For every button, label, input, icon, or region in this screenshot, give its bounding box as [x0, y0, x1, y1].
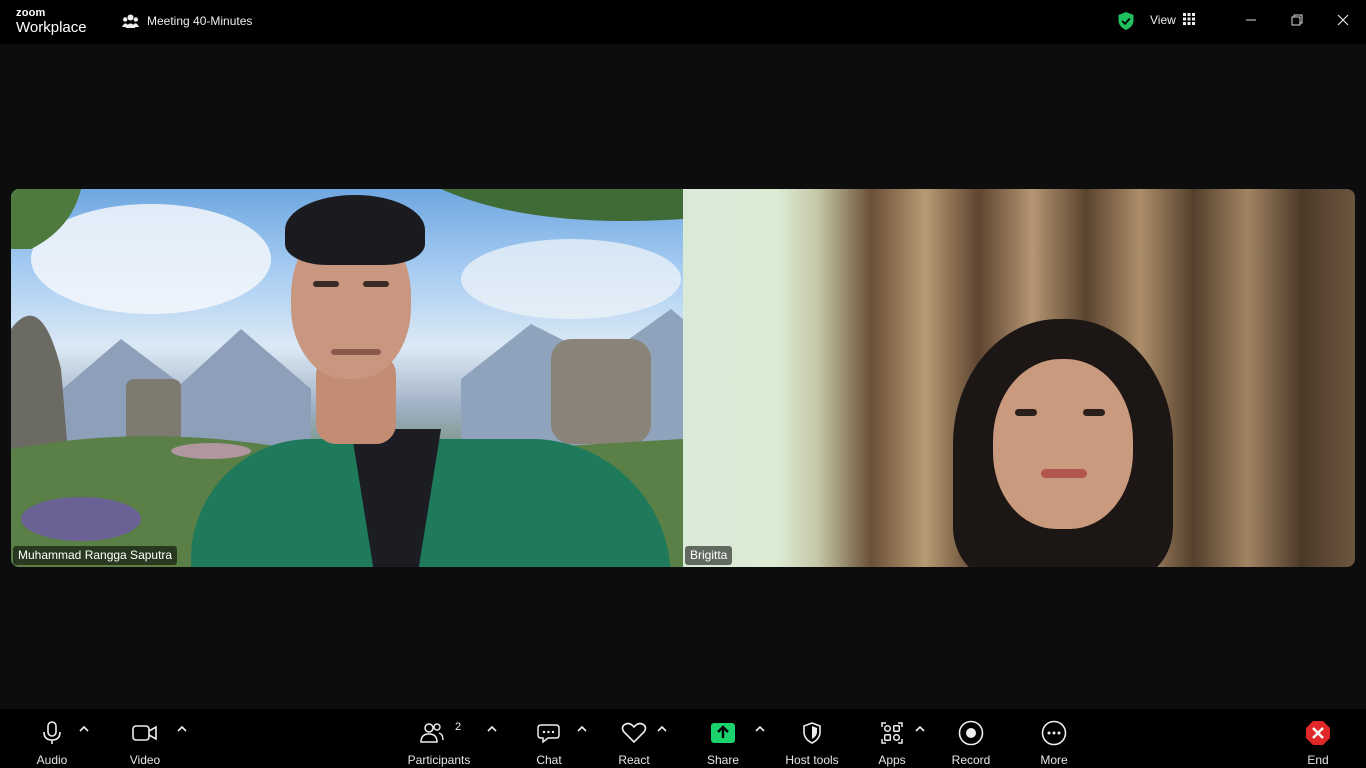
more-button[interactable]: More [1034, 709, 1074, 768]
view-label: View [1150, 13, 1176, 27]
record-icon [958, 718, 984, 748]
video-label: Video [129, 753, 161, 767]
apps-icon [880, 718, 904, 748]
participants-icon [420, 718, 444, 748]
share-label: Share [706, 753, 740, 767]
react-options-chevron-up-icon[interactable] [656, 723, 668, 735]
grid-view-icon [1182, 12, 1195, 28]
apps-options-chevron-up-icon[interactable] [914, 723, 926, 735]
restore-window-button[interactable] [1288, 11, 1306, 29]
end-meeting-icon [1305, 718, 1331, 748]
meeting-title: Meeting 40-Minutes [147, 14, 253, 28]
chat-label: Chat [536, 753, 562, 767]
participant-name-label: Muhammad Rangga Saputra [13, 546, 178, 565]
more-options-icon [1041, 718, 1067, 748]
chat-options-chevron-up-icon[interactable] [576, 723, 588, 735]
minimize-window-button[interactable] [1242, 11, 1260, 29]
more-label: More [1040, 753, 1068, 767]
title-bar: zoom Workplace Meeting 40-Minutes View [0, 0, 1366, 44]
logo-brand-bottom: Workplace [16, 19, 87, 36]
view-button[interactable]: View [1150, 11, 1195, 29]
apps-label: Apps [878, 753, 906, 767]
participants-count-badge: 2 [455, 721, 462, 733]
react-label: React [618, 753, 650, 767]
video-tile-participant-2[interactable]: Brigitta [683, 189, 1355, 567]
video-button[interactable]: Video [124, 709, 166, 768]
participants-options-chevron-up-icon[interactable] [486, 723, 498, 735]
video-options-chevron-up-icon[interactable] [176, 723, 188, 735]
host-tools-label: Host tools [785, 753, 839, 767]
heart-icon [621, 718, 647, 748]
react-button[interactable]: React [612, 709, 656, 768]
end-label: End [1307, 753, 1329, 767]
close-icon [1337, 14, 1349, 26]
video-camera-icon [132, 718, 158, 748]
participants-label: Participants [407, 753, 471, 767]
participant-1-video-feed [181, 189, 671, 567]
end-meeting-button[interactable]: End [1300, 709, 1336, 768]
chat-bubbles-icon [537, 718, 561, 748]
close-window-button[interactable] [1334, 11, 1352, 29]
apps-button[interactable]: Apps [872, 709, 912, 768]
participant-2-video-feed [953, 319, 1193, 567]
encryption-shield-icon[interactable] [1117, 11, 1135, 31]
host-tools-button[interactable]: Host tools [783, 709, 841, 768]
minimize-icon [1246, 19, 1256, 21]
participants-button[interactable]: Participants [404, 709, 474, 768]
meeting-toolbar: Audio Video Participants 2 Chat React Sh… [0, 709, 1366, 768]
meeting-info[interactable]: Meeting 40-Minutes [122, 11, 252, 31]
participant-name-label: Brigitta [685, 546, 733, 565]
audio-button[interactable]: Audio [30, 709, 74, 768]
host-shield-icon [802, 718, 822, 748]
zoom-workplace-logo: zoom Workplace [16, 7, 96, 37]
audio-options-chevron-up-icon[interactable] [78, 723, 90, 735]
record-label: Record [951, 753, 991, 767]
logo-brand-top: zoom [16, 7, 46, 19]
share-options-chevron-up-icon[interactable] [754, 723, 766, 735]
share-screen-icon [710, 718, 736, 748]
chat-button[interactable]: Chat [530, 709, 568, 768]
restore-icon [1291, 14, 1303, 26]
audio-label: Audio [36, 753, 68, 767]
share-screen-button[interactable]: Share [703, 709, 743, 768]
meeting-participants-icon [122, 13, 139, 29]
video-tile-participant-1[interactable]: Muhammad Rangga Saputra [11, 189, 683, 567]
microphone-icon [41, 718, 63, 748]
record-button[interactable]: Record [948, 709, 994, 768]
